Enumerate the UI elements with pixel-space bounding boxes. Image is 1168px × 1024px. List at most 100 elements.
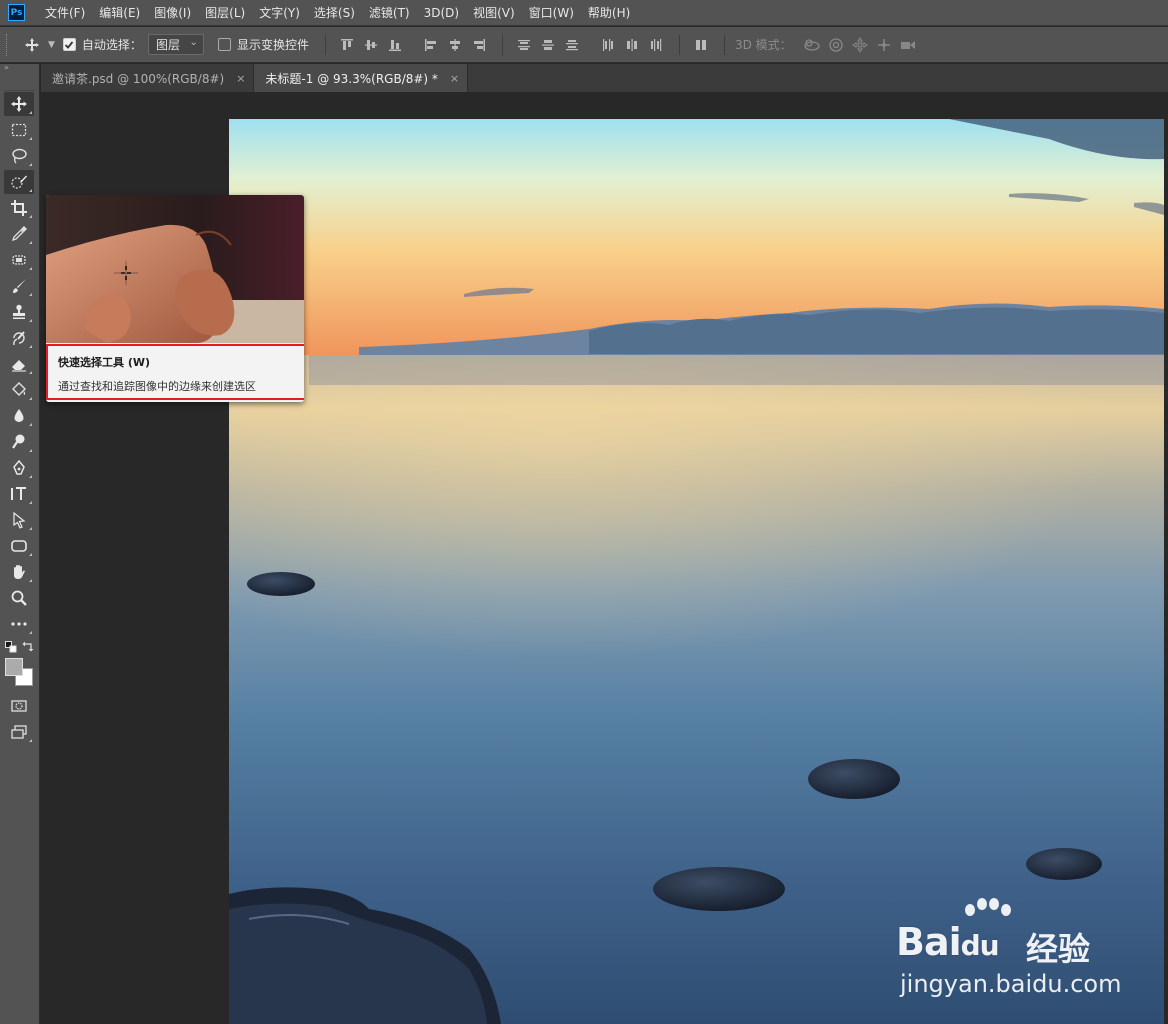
align-left-icon[interactable] <box>420 34 442 56</box>
menu-layer[interactable]: 图层(L) <box>205 4 245 21</box>
screen-mode-button[interactable] <box>4 720 34 744</box>
auto-select-checkbox[interactable] <box>62 38 76 51</box>
menu-view[interactable]: 视图(V) <box>473 4 515 21</box>
panel-collapse-icon[interactable]: » <box>0 64 39 73</box>
dodge-icon <box>12 434 25 449</box>
lasso-icon <box>12 148 27 164</box>
chevron-down-icon[interactable]: ▼ <box>48 40 55 50</box>
swap-colors-icon[interactable] <box>22 640 34 652</box>
tool-group-indicator <box>29 267 32 270</box>
path-selection-tool[interactable] <box>4 508 34 532</box>
menu-image[interactable]: 图像(I) <box>154 4 191 21</box>
photoshop-logo-icon: Ps <box>8 4 25 21</box>
tool-group-indicator <box>29 137 32 140</box>
pen-icon <box>13 459 25 475</box>
dodge-tool[interactable] <box>4 430 34 454</box>
distribute-right-icon[interactable] <box>645 34 667 56</box>
tool-group-indicator <box>29 449 32 452</box>
shape-tool[interactable] <box>4 534 34 558</box>
crop-icon <box>11 200 27 216</box>
tool-group-indicator <box>29 739 32 742</box>
hand-tool[interactable] <box>4 560 34 584</box>
type-tool[interactable] <box>4 482 34 506</box>
align-bottom-icon[interactable] <box>384 34 406 56</box>
distribute-horizontal-center-icon[interactable] <box>621 34 643 56</box>
water-drop-icon <box>14 409 24 422</box>
close-icon[interactable]: × <box>236 72 245 85</box>
healing-brush-tool[interactable] <box>4 248 34 272</box>
menu-edit[interactable]: 编辑(E) <box>99 4 140 21</box>
tool-group-indicator <box>29 475 32 478</box>
pen-tool[interactable] <box>4 456 34 480</box>
default-colors-icon[interactable] <box>5 641 17 653</box>
watermark-product: 经验 <box>1026 930 1091 968</box>
clone-stamp-tool[interactable] <box>4 300 34 324</box>
history-brush-icon <box>13 331 25 346</box>
quick-selection-tool[interactable] <box>4 170 34 194</box>
align-top-icon[interactable] <box>336 34 358 56</box>
distribute-vertical-center-icon[interactable] <box>537 34 559 56</box>
crop-tool[interactable] <box>4 196 34 220</box>
3d-pan-icon[interactable] <box>848 34 872 56</box>
blur-tool[interactable] <box>4 404 34 428</box>
align-vertical-center-icon[interactable] <box>360 34 382 56</box>
move-tool[interactable] <box>4 92 34 116</box>
divider <box>678 34 680 55</box>
menu-type[interactable]: 文字(Y) <box>259 4 300 21</box>
options-grip[interactable] <box>6 33 8 56</box>
document-canvas[interactable] <box>229 119 1164 1024</box>
tooltip-description: 通过查找和追踪图像中的边缘来创建选区 <box>58 380 256 393</box>
3d-scale-icon[interactable] <box>896 34 920 56</box>
eraser-tool[interactable] <box>4 352 34 376</box>
lasso-tool[interactable] <box>4 144 34 168</box>
panel-grip[interactable] <box>4 73 35 91</box>
divider <box>723 34 725 55</box>
move-tool-preset-icon[interactable] <box>18 37 46 53</box>
distribute-top-icon[interactable] <box>513 34 535 56</box>
tooltip-preview-image <box>46 195 304 343</box>
3d-slide-icon[interactable] <box>872 34 896 56</box>
more-dots-icon <box>11 622 27 626</box>
brush-icon <box>13 279 26 293</box>
menu-select[interactable]: 选择(S) <box>314 4 355 21</box>
show-transform-checkbox[interactable] <box>217 38 231 51</box>
auto-select-target-dropdown[interactable]: 图层 ⌄ <box>147 34 204 55</box>
document-tab-bar: 邀请茶.psd @ 100%(RGB/8#) × 未标题-1 @ 93.3%(R… <box>41 64 1168 92</box>
dropdown-value: 图层 <box>155 38 180 52</box>
eraser-icon <box>12 360 26 372</box>
3d-roll-icon[interactable] <box>824 34 848 56</box>
quick-mask-button[interactable] <box>4 694 34 718</box>
close-icon[interactable]: × <box>450 72 459 85</box>
foreground-color-swatch[interactable] <box>5 658 23 676</box>
distribute-bottom-icon[interactable] <box>561 34 583 56</box>
brand-suffix: du <box>960 929 1000 962</box>
menu-window[interactable]: 窗口(W) <box>529 4 574 21</box>
tab-untitled-1[interactable]: 未标题-1 @ 93.3%(RGB/8#) * × <box>254 64 469 92</box>
menu-file[interactable]: 文件(F) <box>45 4 85 21</box>
brush-tool[interactable] <box>4 274 34 298</box>
tab-invitation-tea[interactable]: 邀请茶.psd @ 100%(RGB/8#) × <box>41 64 255 92</box>
zoom-tool[interactable] <box>4 586 34 610</box>
marquee-tool[interactable] <box>4 118 34 142</box>
align-horizontal-center-icon[interactable] <box>444 34 466 56</box>
3d-orbit-icon[interactable] <box>800 34 824 56</box>
menu-3d[interactable]: 3D(D) <box>424 6 459 20</box>
type-icon <box>11 487 26 500</box>
eyedropper-tool[interactable] <box>4 222 34 246</box>
tool-group-indicator <box>29 423 32 426</box>
distribute-left-icon[interactable] <box>597 34 619 56</box>
tool-group-indicator <box>29 293 32 296</box>
seascape-image <box>229 119 1164 1024</box>
options-bar: ▼ 自动选择： 图层 ⌄ 显示变换控件 3D 模式： <box>0 27 1168 63</box>
tool-group-indicator <box>29 553 32 556</box>
divider <box>324 34 326 55</box>
distribute-spacing-icon[interactable] <box>690 34 712 56</box>
menu-filter[interactable]: 滤镜(T) <box>369 4 410 21</box>
quick-selection-brush-icon <box>11 175 27 189</box>
align-right-icon[interactable] <box>468 34 490 56</box>
history-brush-tool[interactable] <box>4 326 34 350</box>
menu-help[interactable]: 帮助(H) <box>588 4 630 21</box>
paint-bucket-tool[interactable] <box>4 378 34 402</box>
edit-toolbar-button[interactable] <box>4 612 34 636</box>
tool-group-indicator <box>29 163 32 166</box>
